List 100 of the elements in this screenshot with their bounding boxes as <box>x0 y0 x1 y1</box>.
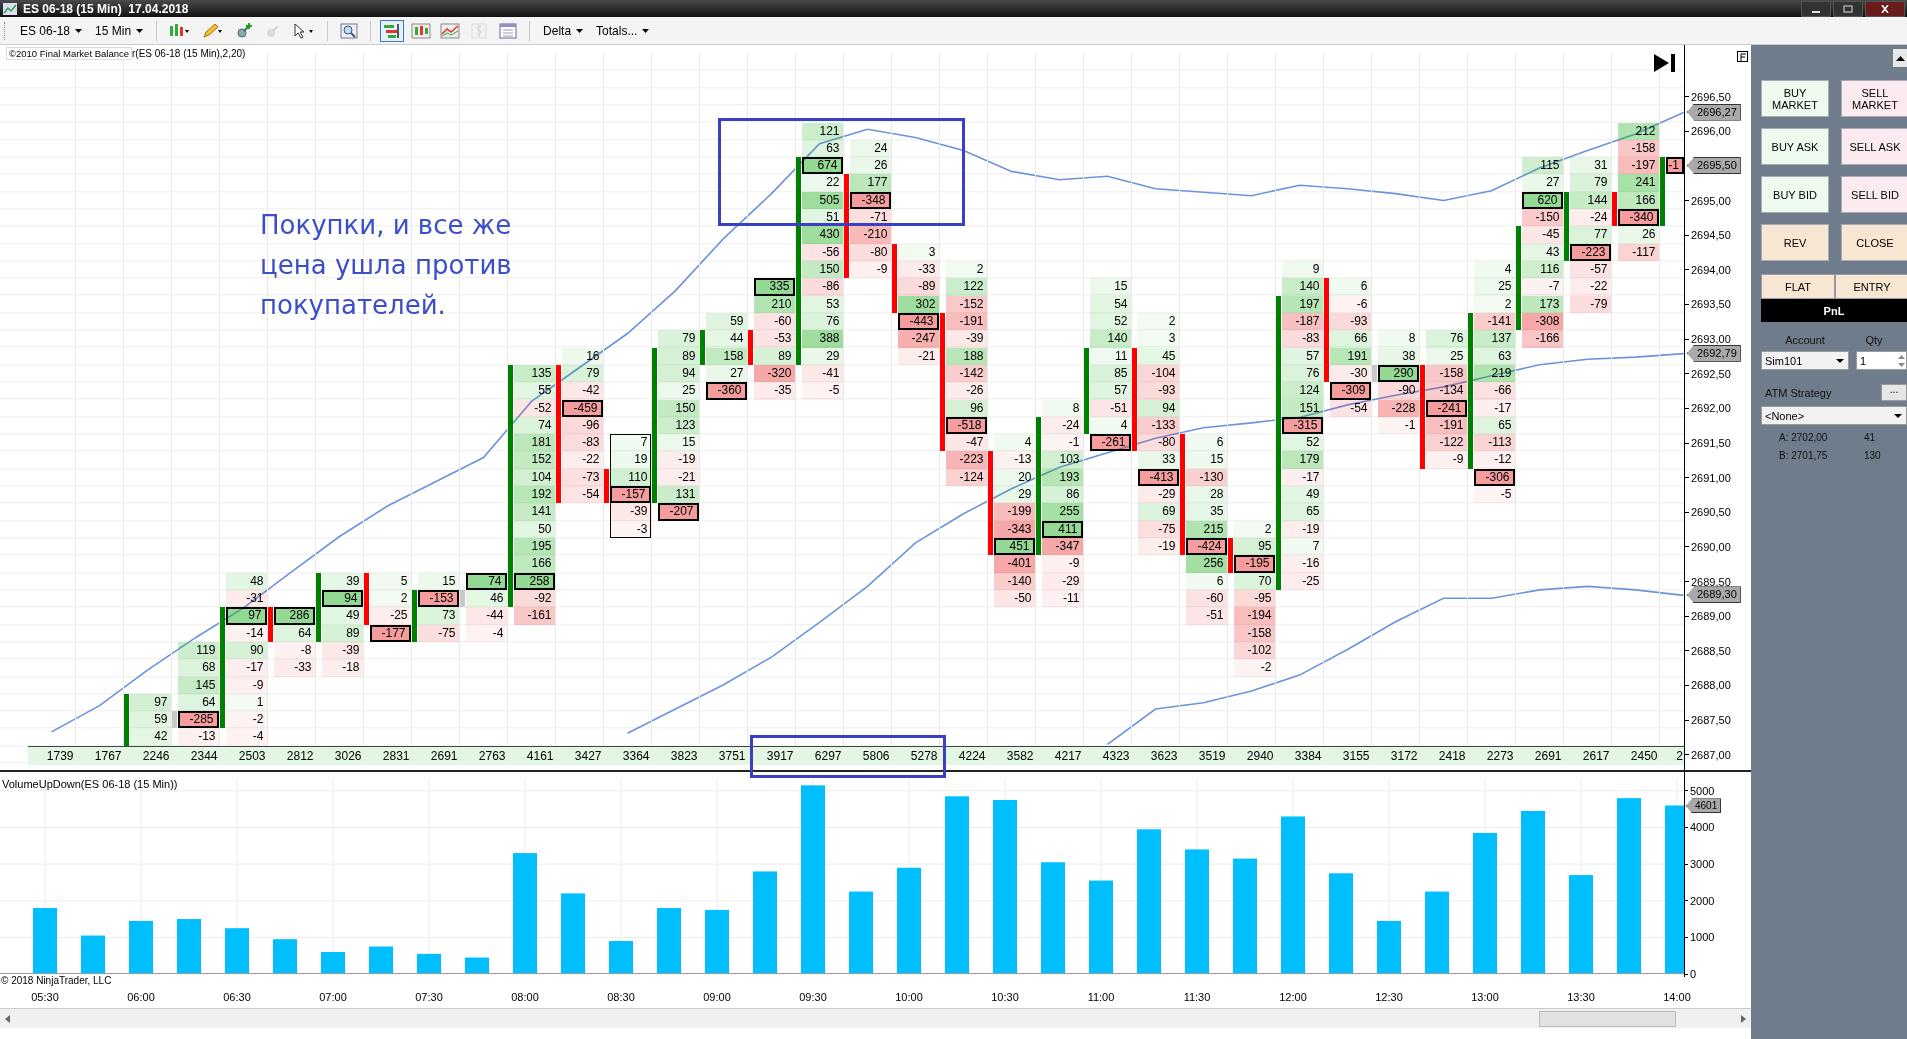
footprint-cell: -54 <box>561 486 603 504</box>
total-cell: 3155 <box>1323 745 1373 765</box>
order-button[interactable]: BUY MARKET <box>1761 80 1829 117</box>
footprint-cell: 50 <box>513 520 555 539</box>
footprint-cell: -39 <box>609 503 651 521</box>
position-tab[interactable]: ENTRY <box>1835 274 1907 299</box>
order-button[interactable]: CLOSE <box>1841 224 1907 261</box>
price-tag: 2689,30 <box>1687 586 1741 604</box>
total-cell: 2 <box>1659 745 1684 765</box>
qty-field[interactable]: 1 <box>1856 351 1907 370</box>
order-button[interactable]: SELL ASK <box>1841 128 1907 165</box>
footprint-cell: 79 <box>561 364 603 383</box>
price-label: 2690,50 <box>1691 506 1731 519</box>
atm-strategy-dropdown[interactable]: <None> <box>1761 406 1907 425</box>
footprint-cell: 119 <box>177 641 219 660</box>
footprint-cell: 59 <box>705 313 747 331</box>
interval-dropdown[interactable]: 15 Min <box>91 23 148 38</box>
footprint-cell: 46 <box>465 590 507 608</box>
total-cell: 3384 <box>1275 745 1325 765</box>
footprint-cell: 16 <box>561 347 603 365</box>
horizontal-scrollbar[interactable] <box>0 1008 1751 1028</box>
footprint-cell: 26 <box>849 157 891 175</box>
account-dropdown[interactable]: Sim101 <box>1761 351 1849 370</box>
footprint-cell: -80 <box>1137 434 1179 452</box>
footprint-cell: -26 <box>945 382 987 400</box>
maximize-button[interactable] <box>1833 0 1863 17</box>
scroll-thumb[interactable] <box>1539 1010 1676 1027</box>
footprint-cell: 4 <box>1089 416 1131 435</box>
position-tab[interactable]: FLAT <box>1761 274 1835 299</box>
totals-dropdown[interactable]: Totals... <box>592 23 654 38</box>
footprint-cell: 35 <box>1185 503 1227 521</box>
footprint-cell: -340 <box>1617 209 1659 227</box>
footprint-cell: -52 <box>513 399 555 417</box>
time-label: 08:30 <box>607 991 635 1003</box>
total-cell: 3823 <box>651 745 701 765</box>
footprint-cell: 63 <box>1473 347 1515 365</box>
price-label: 2689,50 <box>1691 575 1731 588</box>
footprint-cell: 121 <box>801 122 843 140</box>
footprint-cell: -41 <box>801 364 843 383</box>
order-button[interactable]: REV <box>1761 224 1829 261</box>
total-cell: 2691 <box>1515 745 1565 765</box>
order-button[interactable]: BUY ASK <box>1761 128 1829 165</box>
total-cell: 2617 <box>1563 745 1613 765</box>
total-cell: 2503 <box>219 745 269 765</box>
scroll-left-icon[interactable] <box>4 1014 12 1023</box>
footprint-cell: -57 <box>1569 261 1611 279</box>
footprint-cell: 7 <box>609 434 651 452</box>
toolbar-icon[interactable] <box>380 19 405 42</box>
footprint-cell: 122 <box>945 278 987 296</box>
order-button[interactable]: SELL BID <box>1841 176 1907 213</box>
atm-strategy-label: ATM Strategy <box>1765 386 1832 399</box>
spinner-icon[interactable] <box>1897 352 1906 369</box>
total-cell: 4161 <box>507 745 557 765</box>
footprint-cell: -285 <box>177 711 219 729</box>
footprint-cell: 2 <box>1473 295 1515 313</box>
instrument-dropdown[interactable]: ES 06-18 <box>16 23 87 38</box>
footprint-cell: -79 <box>1569 295 1611 313</box>
scroll-right-icon[interactable] <box>1739 1014 1747 1023</box>
footprint-cell: -93 <box>1329 313 1371 331</box>
volume-bar <box>705 909 729 974</box>
delta-dropdown[interactable]: Delta <box>539 23 588 38</box>
footprint-cell: -5 <box>1473 486 1515 504</box>
footprint-cell: -459 <box>561 399 603 417</box>
footprint-cell: 145 <box>177 676 219 694</box>
footprint-cell: 152 <box>513 451 555 469</box>
footprint-cell: -39 <box>321 641 363 660</box>
f-button[interactable] <box>1737 51 1748 62</box>
footprint-cell: 48 <box>225 572 267 590</box>
price-label: 2687,50 <box>1691 714 1731 727</box>
footprint-cell: 219 <box>1473 364 1515 383</box>
volume-bar <box>177 919 201 974</box>
footprint-cell: -152 <box>945 295 987 313</box>
footprint-cell: -158 <box>1617 139 1659 158</box>
order-button[interactable]: BUY BID <box>1761 176 1829 213</box>
footprint-cell: 95 <box>1233 538 1275 556</box>
footprint-cell: -93 <box>1137 382 1179 400</box>
footprint-cell: -17 <box>225 659 267 677</box>
atm-settings-button[interactable]: ... <box>1881 384 1907 401</box>
close-button[interactable] <box>1865 0 1905 17</box>
time-label: 09:30 <box>799 991 827 1003</box>
footprint-cell: 6 <box>1185 572 1227 590</box>
footprint-cell: 28 <box>1185 486 1227 504</box>
price-label: 2693,00 <box>1691 333 1731 346</box>
total-cell: 3364 <box>603 745 653 765</box>
footprint-cell: 96 <box>945 399 987 417</box>
footprint-cell: 179 <box>1281 451 1323 469</box>
skip-to-end-icon[interactable] <box>1654 54 1676 72</box>
footprint-cell: -7 <box>1521 278 1563 296</box>
footprint-cell: -4 <box>225 728 267 746</box>
footprint-cell: 52 <box>1281 434 1323 452</box>
footprint-cell: -39 <box>945 330 987 348</box>
footprint-cell: -16 <box>1281 555 1323 573</box>
footprint-cell: -413 <box>1137 468 1179 487</box>
order-button[interactable]: SELL MARKET <box>1841 80 1907 117</box>
footprint-cell: 674 <box>801 157 843 175</box>
total-cell: 2246 <box>123 745 173 765</box>
scroll-up-button[interactable] <box>1893 49 1907 67</box>
minimize-button[interactable] <box>1801 0 1831 17</box>
footprint-cell: -187 <box>1281 313 1323 331</box>
footprint-cell: -223 <box>945 451 987 469</box>
